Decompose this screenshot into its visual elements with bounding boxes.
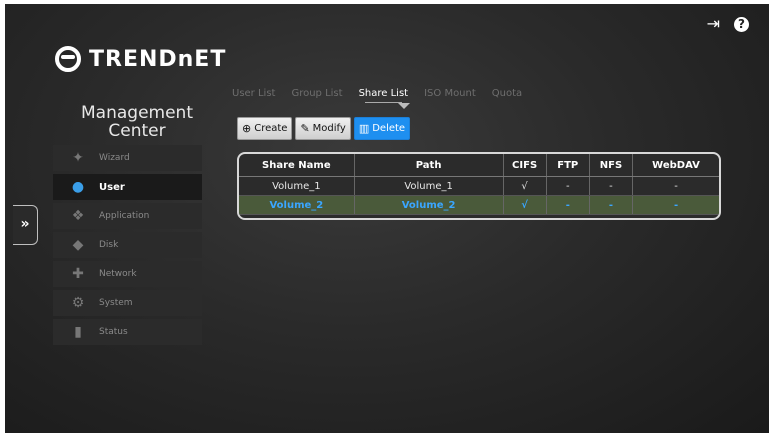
tab-share-list[interactable]: Share List <box>359 88 408 103</box>
sidebar-item-label: Status <box>99 327 128 337</box>
sidebar-item-wizard[interactable]: ✦ Wizard <box>53 145 202 171</box>
edit-icon: ✎ <box>300 122 310 135</box>
logo-text: TRENDnET <box>89 46 227 72</box>
help-icon[interactable]: ? <box>734 16 749 32</box>
tab-bar: User List Group List Share List ISO Moun… <box>232 88 522 103</box>
delete-label: Delete <box>372 123 406 134</box>
tab-user-list[interactable]: User List <box>232 88 275 99</box>
modify-button[interactable]: ✎ Modify <box>295 117 351 140</box>
cell-share-name: Volume_2 <box>239 195 355 215</box>
sidebar-item-label: Network <box>99 269 137 279</box>
trash-icon: ▥ <box>358 122 370 135</box>
plus-circle-icon: ⊕ <box>242 122 252 135</box>
sidebar-item-user[interactable]: ● User <box>53 174 202 200</box>
cell-ftp: - <box>546 195 590 215</box>
sidebar-item-status[interactable]: ▮ Status <box>53 319 202 345</box>
table-row[interactable]: Volume_1 Volume_1 √ - - - <box>239 176 719 196</box>
cell-webdav: - <box>632 195 719 215</box>
sidebar-item-label: Disk <box>99 240 119 250</box>
title-line-1: Management <box>81 103 193 123</box>
sidebar-item-application[interactable]: ❖ Application <box>53 203 202 229</box>
column-header-nfs[interactable]: NFS <box>589 154 634 177</box>
cell-ftp: - <box>546 176 590 196</box>
sidebar-expand-button[interactable]: » <box>13 205 38 245</box>
title-line-2: Center <box>108 121 166 141</box>
create-label: Create <box>254 123 288 134</box>
table-header-row: Share Name Path CIFS FTP NFS WebDAV <box>239 154 719 177</box>
sidebar-item-network[interactable]: ✚ Network <box>53 261 202 287</box>
column-header-ftp[interactable]: FTP <box>546 154 590 177</box>
cell-cifs: √ <box>503 195 547 215</box>
application-icon: ❖ <box>71 208 85 224</box>
network-icon: ✚ <box>72 266 84 282</box>
active-tab-pointer <box>398 103 410 109</box>
cell-webdav: - <box>632 176 719 196</box>
cell-nfs: - <box>589 195 634 215</box>
sidebar-item-label: User <box>99 181 125 193</box>
tab-group-list[interactable]: Group List <box>291 88 342 99</box>
status-icon: ▮ <box>74 324 82 340</box>
cell-path: Volume_1 <box>354 176 504 196</box>
column-header-share-name[interactable]: Share Name <box>239 154 355 177</box>
top-icons: ⇥ ? <box>707 16 749 32</box>
sidebar: ✦ Wizard ● User ❖ Application ◆ Disk ✚ N… <box>53 145 202 348</box>
disk-icon: ◆ <box>72 237 84 253</box>
toolbar: ⊕ Create ✎ Modify ▥ Delete <box>237 117 411 140</box>
column-header-webdav[interactable]: WebDAV <box>632 154 719 177</box>
sidebar-item-label: Application <box>99 211 150 221</box>
column-header-path[interactable]: Path <box>354 154 504 177</box>
logout-icon[interactable]: ⇥ <box>707 16 720 32</box>
cell-nfs: - <box>589 176 634 196</box>
logo-mark-icon <box>55 46 81 72</box>
tab-iso-mount[interactable]: ISO Mount <box>424 88 476 99</box>
wizard-icon: ✦ <box>72 150 84 166</box>
user-icon: ● <box>71 179 85 195</box>
trendnet-logo: TRENDnET <box>55 46 226 72</box>
sidebar-item-label: System <box>99 298 133 308</box>
system-icon: ⚙ <box>71 295 85 311</box>
table-row-selected[interactable]: Volume_2 Volume_2 √ - - - <box>239 195 719 215</box>
cell-share-name: Volume_1 <box>239 176 355 196</box>
management-center-title: Management Center <box>67 104 207 140</box>
tab-quota[interactable]: Quota <box>492 88 522 99</box>
column-header-cifs[interactable]: CIFS <box>503 154 547 177</box>
sidebar-item-label: Wizard <box>99 153 130 163</box>
cell-cifs: √ <box>503 176 547 196</box>
create-button[interactable]: ⊕ Create <box>237 117 293 140</box>
sidebar-item-system[interactable]: ⚙ System <box>53 290 202 316</box>
delete-button[interactable]: ▥ Delete <box>353 117 411 140</box>
sidebar-item-disk[interactable]: ◆ Disk <box>53 232 202 258</box>
app-window: ⇥ ? TRENDnET Management Center ✦ Wizard … <box>5 4 769 433</box>
cell-path: Volume_2 <box>354 195 504 215</box>
share-table: Share Name Path CIFS FTP NFS WebDAV Volu… <box>237 152 721 220</box>
modify-label: Modify <box>312 123 346 134</box>
